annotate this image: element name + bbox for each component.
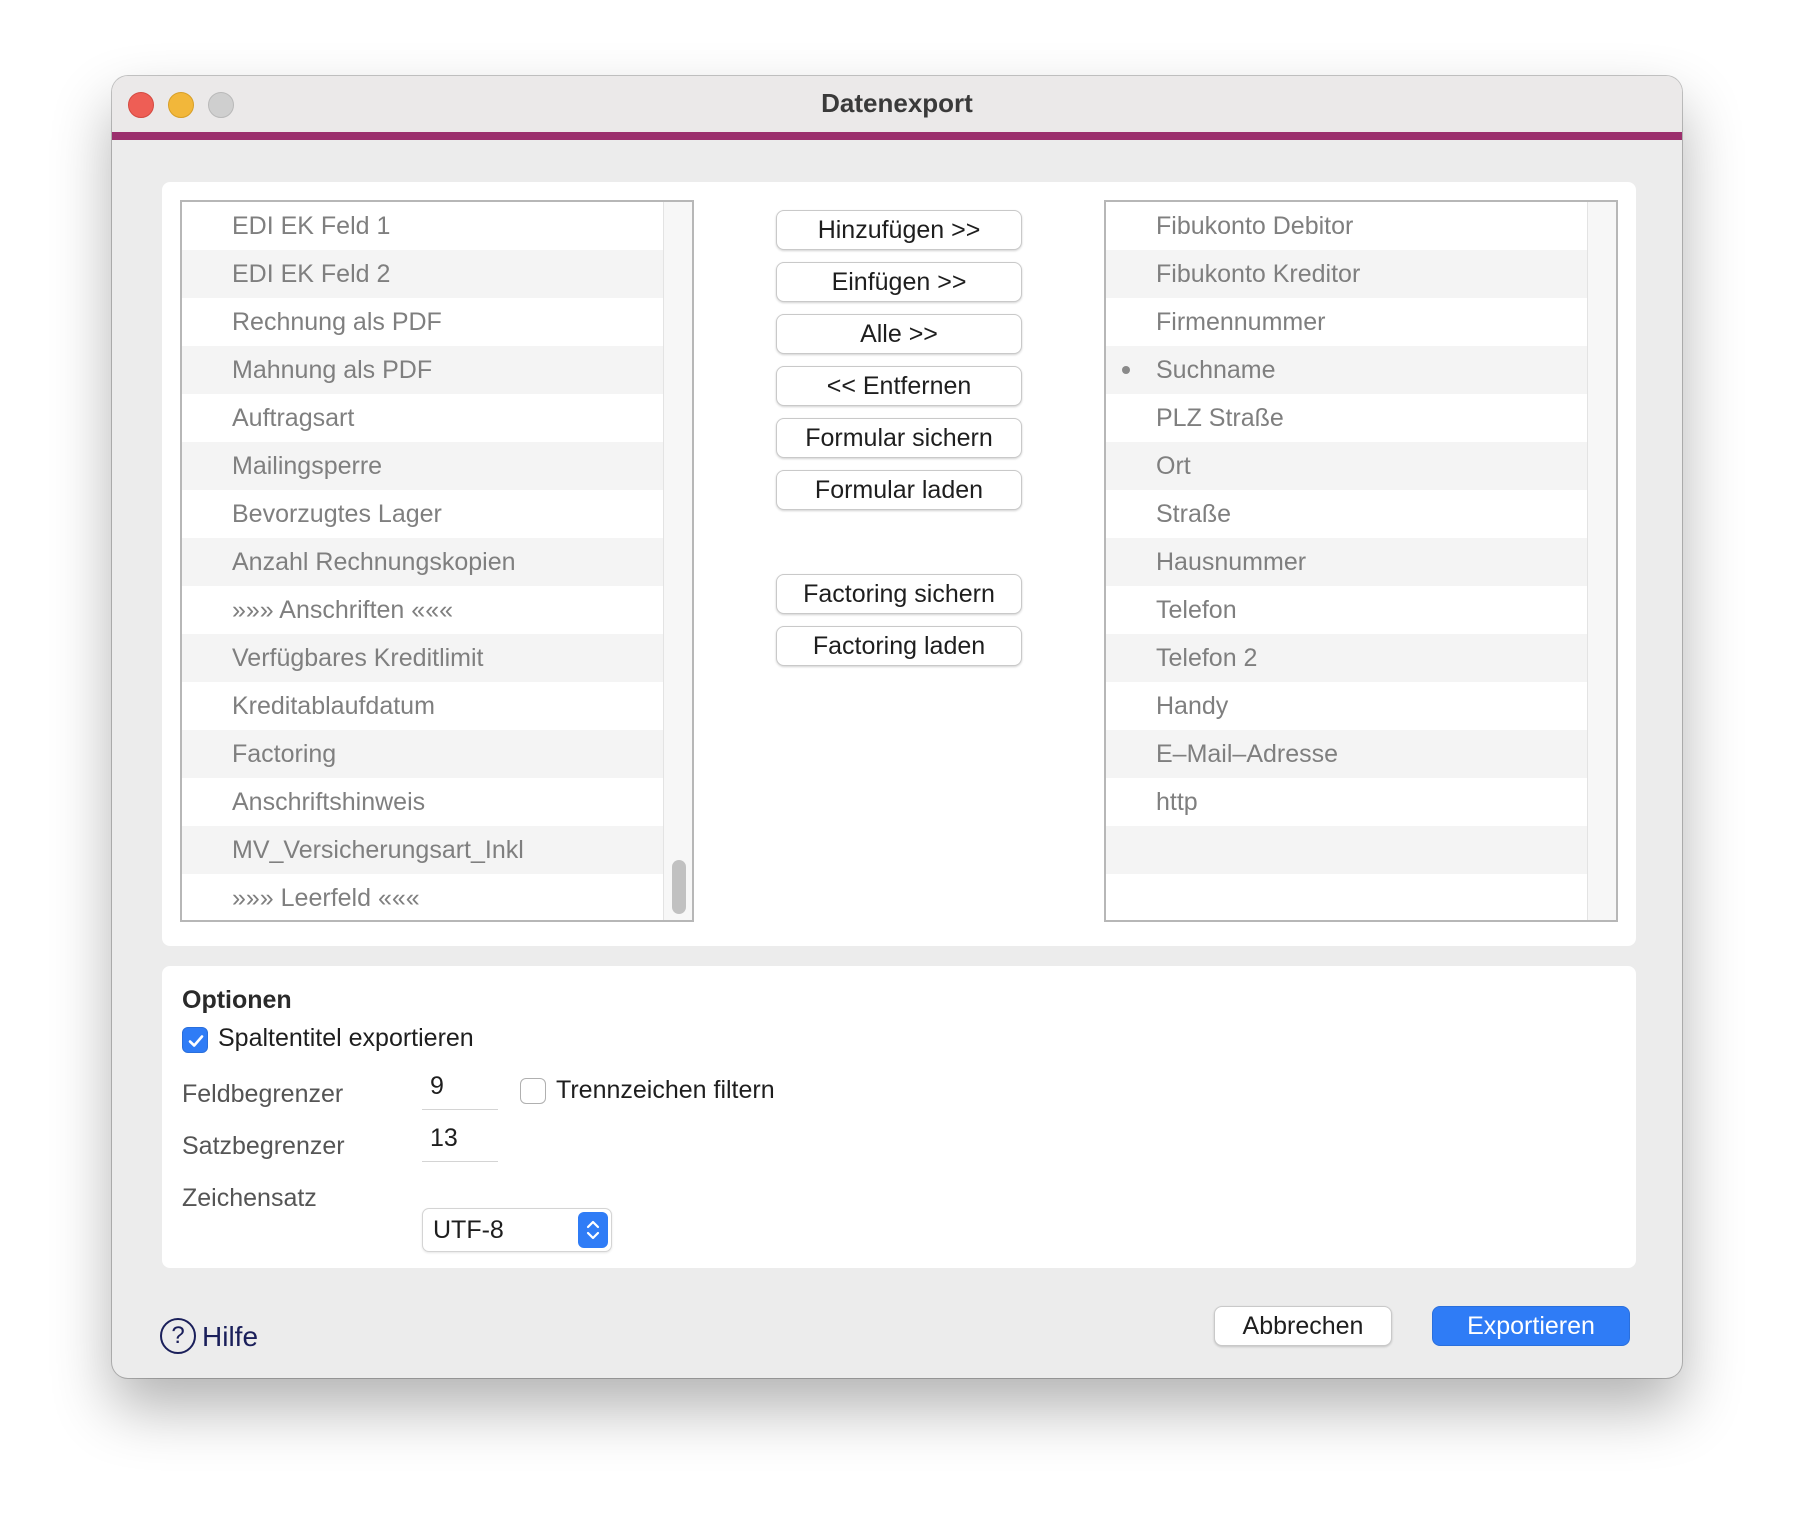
record-delimiter-label: Satzbegrenzer xyxy=(182,1132,345,1160)
save-form-button[interactable]: Formular sichern xyxy=(776,418,1022,458)
selected-field-row[interactable]: Suchname xyxy=(1106,346,1588,394)
selected-field-row-label: Fibukonto Kreditor xyxy=(1156,260,1361,288)
selected-field-row-label: http xyxy=(1156,788,1198,816)
selected-field-row-label: Ort xyxy=(1156,452,1191,480)
options-panel: Optionen Spaltentitel exportieren Feldbe… xyxy=(162,966,1636,1268)
selected-field-row[interactable]: Telefon 2 xyxy=(1106,634,1588,682)
selected-field-row[interactable]: Hausnummer xyxy=(1106,538,1588,586)
available-field-row[interactable]: Bevorzugtes Lager xyxy=(182,490,664,538)
selected-fields-rows: Fibukonto Debitor Fibukonto Kreditor Firme… xyxy=(1106,202,1588,920)
available-field-row-label: Mahnung als PDF xyxy=(232,356,433,384)
help-icon: ? xyxy=(160,1318,196,1354)
selected-field-row[interactable] xyxy=(1106,826,1588,874)
field-selection-panel: EDI EK Feld 1 EDI EK Feld 2 Rechnung als P… xyxy=(162,182,1636,946)
available-field-row-label: Mailingsperre xyxy=(232,452,383,480)
available-field-row[interactable]: Factoring xyxy=(182,730,664,778)
available-field-row-label: Verfügbares Kreditlimit xyxy=(232,644,484,672)
options-heading: Optionen xyxy=(182,986,292,1014)
filter-separators-label[interactable]: Trennzeichen filtern xyxy=(556,1076,775,1105)
filter-separators-checkbox[interactable] xyxy=(520,1078,546,1104)
selected-field-row-label: Firmennummer xyxy=(1156,308,1326,336)
selected-field-row[interactable]: Firmennummer xyxy=(1106,298,1588,346)
load-form-button[interactable]: Formular laden xyxy=(776,470,1022,510)
selected-field-row-label: Straße xyxy=(1156,500,1232,528)
selected-field-row-label: Telefon xyxy=(1156,596,1237,624)
selected-fields-list[interactable]: Fibukonto Debitor Fibukonto Kreditor Firme… xyxy=(1104,200,1618,922)
available-field-row-label: Auftragsart xyxy=(232,404,355,432)
available-field-row-label: Factoring xyxy=(232,740,337,768)
selected-field-row[interactable]: Straße xyxy=(1106,490,1588,538)
charset-label: Zeichensatz xyxy=(182,1184,317,1212)
available-fields-scrollbar[interactable] xyxy=(663,202,692,920)
available-fields-rows: EDI EK Feld 1 EDI EK Feld 2 Rechnung als P… xyxy=(182,202,664,920)
cancel-button[interactable]: Abbrechen xyxy=(1214,1306,1392,1346)
available-field-row[interactable]: Verfügbares Kreditlimit xyxy=(182,634,664,682)
window-title: Datenexport xyxy=(821,88,973,118)
selected-field-row-label: Handy xyxy=(1156,692,1229,720)
selected-field-row-label: Telefon 2 xyxy=(1156,644,1258,672)
charset-select[interactable]: UTF-8 xyxy=(422,1208,612,1252)
available-field-row[interactable]: EDI EK Feld 2 xyxy=(182,250,664,298)
selected-field-row[interactable]: Telefon xyxy=(1106,586,1588,634)
selected-field-row-label: PLZ Straße xyxy=(1156,404,1284,432)
available-field-row[interactable]: Mailingsperre xyxy=(182,442,664,490)
insert-button[interactable]: Einfügen >> xyxy=(776,262,1022,302)
available-field-row-label: Rechnung als PDF xyxy=(232,308,442,336)
available-field-row-label: Bevorzugtes Lager xyxy=(232,500,442,528)
available-field-row-label: EDI EK Feld 1 xyxy=(232,212,391,240)
export-column-titles-checkbox[interactable] xyxy=(182,1027,208,1053)
available-field-row-label: Kreditablaufdatum xyxy=(232,692,435,720)
selected-field-row-label: Fibukonto Debitor xyxy=(1156,212,1354,240)
available-field-row[interactable]: MV_Versicherungsart_Inkl xyxy=(182,826,664,874)
add-button[interactable]: Hinzufügen >> xyxy=(776,210,1022,250)
help-label: Hilfe xyxy=(202,1321,259,1352)
available-field-row[interactable]: Kreditablaufdatum xyxy=(182,682,664,730)
load-factoring-button[interactable]: Factoring laden xyxy=(776,626,1022,666)
scrollbar-thumb[interactable] xyxy=(672,860,686,914)
selected-field-row[interactable]: Fibukonto Debitor xyxy=(1106,202,1588,250)
record-delimiter-input[interactable] xyxy=(422,1116,498,1162)
available-field-row-label: EDI EK Feld 2 xyxy=(232,260,391,288)
selected-field-row-label: E–Mail–Adresse xyxy=(1156,740,1339,768)
selected-field-row[interactable]: Fibukonto Kreditor xyxy=(1106,250,1588,298)
selected-field-row-label: Suchname xyxy=(1156,356,1276,384)
export-column-titles-label[interactable]: Spaltentitel exportieren xyxy=(218,1024,474,1053)
available-field-row[interactable]: Auftragsart xyxy=(182,394,664,442)
available-field-row[interactable]: Rechnung als PDF xyxy=(182,298,664,346)
chevron-updown-icon xyxy=(578,1212,608,1248)
available-fields-list[interactable]: EDI EK Feld 1 EDI EK Feld 2 Rechnung als P… xyxy=(180,200,694,922)
available-field-row-label: Anzahl Rechnungskopien xyxy=(232,548,516,576)
export-dialog-window: Datenexport EDI EK Feld 1 EDI EK Feld 2 Re… xyxy=(112,76,1682,1378)
remove-button[interactable]: << Entfernen xyxy=(776,366,1022,406)
available-field-row-label: Anschriftshinweis xyxy=(232,788,426,816)
available-field-row-label: »»» Anschriften ««« xyxy=(232,596,453,624)
selected-field-row[interactable] xyxy=(1106,874,1588,920)
available-field-row-label: MV_Versicherungsart_Inkl xyxy=(232,836,524,864)
field-delimiter-label: Feldbegrenzer xyxy=(182,1080,344,1108)
checkmark-icon xyxy=(188,1035,204,1047)
export-button[interactable]: Exportieren xyxy=(1432,1306,1630,1346)
available-field-row[interactable]: EDI EK Feld 1 xyxy=(182,202,664,250)
title-bar: Datenexport xyxy=(112,76,1682,132)
selected-field-row[interactable]: Ort xyxy=(1106,442,1588,490)
selected-field-row[interactable]: E–Mail–Adresse xyxy=(1106,730,1588,778)
save-factoring-button[interactable]: Factoring sichern xyxy=(776,574,1022,614)
selected-field-row[interactable]: PLZ Straße xyxy=(1106,394,1588,442)
field-delimiter-input[interactable] xyxy=(422,1064,498,1110)
bullet-icon xyxy=(1122,366,1130,374)
available-field-row[interactable]: »»» Leerfeld ««« xyxy=(182,874,664,920)
available-field-row[interactable]: »»» Anschriften ««« xyxy=(182,586,664,634)
selected-fields-scrollbar[interactable] xyxy=(1587,202,1616,920)
available-field-row[interactable]: Anzahl Rechnungskopien xyxy=(182,538,664,586)
selected-field-row[interactable]: Handy xyxy=(1106,682,1588,730)
selected-field-row[interactable]: http xyxy=(1106,778,1588,826)
available-field-row[interactable]: Mahnung als PDF xyxy=(182,346,664,394)
add-all-button[interactable]: Alle >> xyxy=(776,314,1022,354)
available-field-row-label: »»» Leerfeld ««« xyxy=(232,884,420,912)
available-field-row[interactable]: Anschriftshinweis xyxy=(182,778,664,826)
selected-field-row-label: Hausnummer xyxy=(1156,548,1307,576)
title-accent-bar xyxy=(112,132,1682,140)
charset-value: UTF-8 xyxy=(433,1216,504,1244)
